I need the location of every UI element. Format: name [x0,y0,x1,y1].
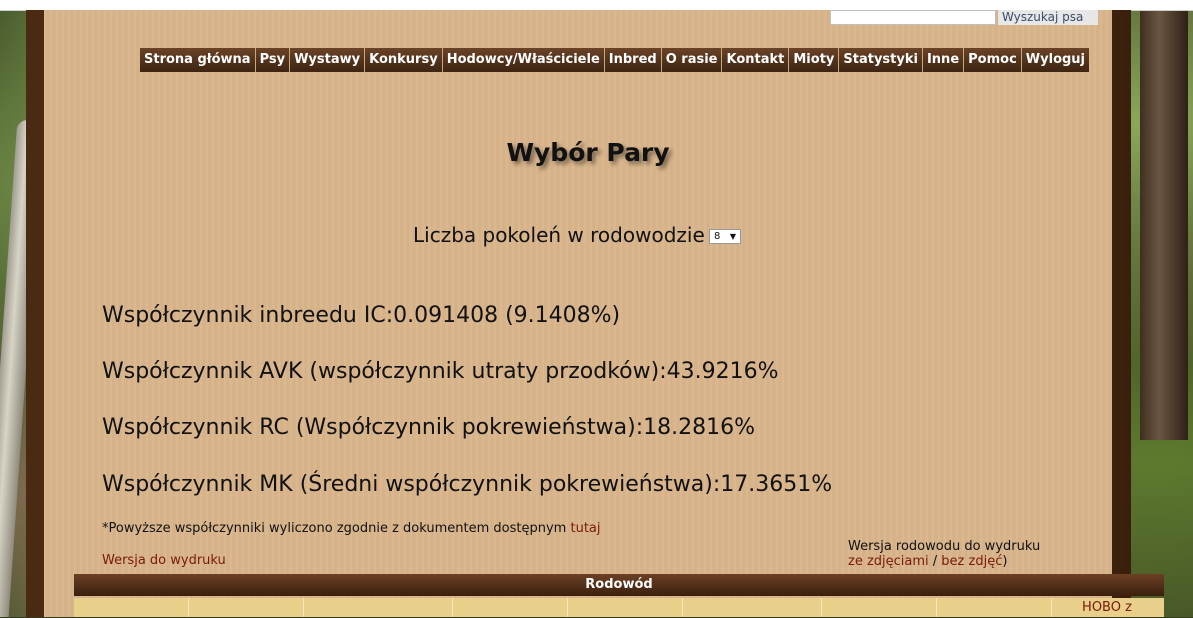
print-close-paren: ) [1002,554,1008,569]
nav-item-hodowcy[interactable]: Hodowcy/Właściciele [442,48,605,72]
table-cell [189,598,304,617]
note-link[interactable]: tutaj [570,521,600,536]
nav-item-wyloguj[interactable]: Wyloguj [1021,48,1090,72]
nav-item-inbred[interactable]: Inbred [604,48,662,72]
print-separator: / [928,554,942,569]
table-cell [453,598,568,617]
search-input[interactable] [830,10,996,25]
table-cell [568,598,683,617]
table-cell [74,598,189,617]
table-cell [937,598,1052,617]
nav-item-pomoc[interactable]: Pomoc [964,48,1022,72]
generations-value: 8 [714,231,721,242]
main-nav: Strona główna Psy Wystawy Konkursy Hodow… [140,48,1090,72]
table-cell [683,598,822,617]
coefficient-ic: Współczynnik inbreedu IC:0.091408 (9.140… [102,303,621,328]
note-text: *Powyższe współczynniki wyliczono zgodni… [102,521,571,536]
nav-item-mioty[interactable]: Mioty [789,48,840,72]
nav-item-konkursy[interactable]: Konkursy [365,48,443,72]
table-cell [822,598,937,617]
nav-item-psy[interactable]: Psy [255,48,291,72]
nav-item-statystyki[interactable]: Statystyki [839,48,923,72]
print-without-photos-link[interactable]: bez zdjęć [941,554,1002,569]
pedigree-print-label: Wersja rodowodu do wydruku [848,539,1041,554]
pedigree-print-options: Wersja rodowodu do wydruku ze zdjęciami … [848,539,1040,569]
coefficient-avk: Współczynnik AVK (współczynnik utraty pr… [102,359,779,384]
print-version-link[interactable]: Wersja do wydruku [102,553,226,568]
nav-item-inne[interactable]: Inne [922,48,965,72]
page-title: Wybór Pary [506,138,670,167]
nav-item-o-rasie[interactable]: O rasie [661,48,723,72]
coefficients-note: *Powyższe współczynniki wyliczono zgodni… [102,521,601,536]
pedigree-dog-link[interactable]: HOBO z [1052,598,1162,617]
nav-item-wystawy[interactable]: Wystawy [290,48,366,72]
coefficient-mk: Współczynnik MK (Średni współczynnik pok… [102,472,833,497]
tree-trunk-right [1140,10,1188,440]
table-row: HOBO z [74,598,1164,617]
search-button[interactable]: Wyszukaj psa [998,10,1098,25]
table-cell [304,598,453,617]
dropdown-arrow-icon: ▼ [729,232,736,241]
generations-select[interactable]: 8 ▼ [709,229,741,244]
generations-label: Liczba pokoleń w rodowodzie [413,223,705,247]
nav-item-kontakt[interactable]: Kontakt [722,48,790,72]
print-with-photos-link[interactable]: ze zdjęciami [848,554,929,569]
coefficient-rc: Współczynnik RC (Współczynnik pokrewieńs… [102,415,755,440]
nav-item-strona-glowna[interactable]: Strona główna [140,48,256,72]
pedigree-header: Rodowód [74,574,1164,596]
